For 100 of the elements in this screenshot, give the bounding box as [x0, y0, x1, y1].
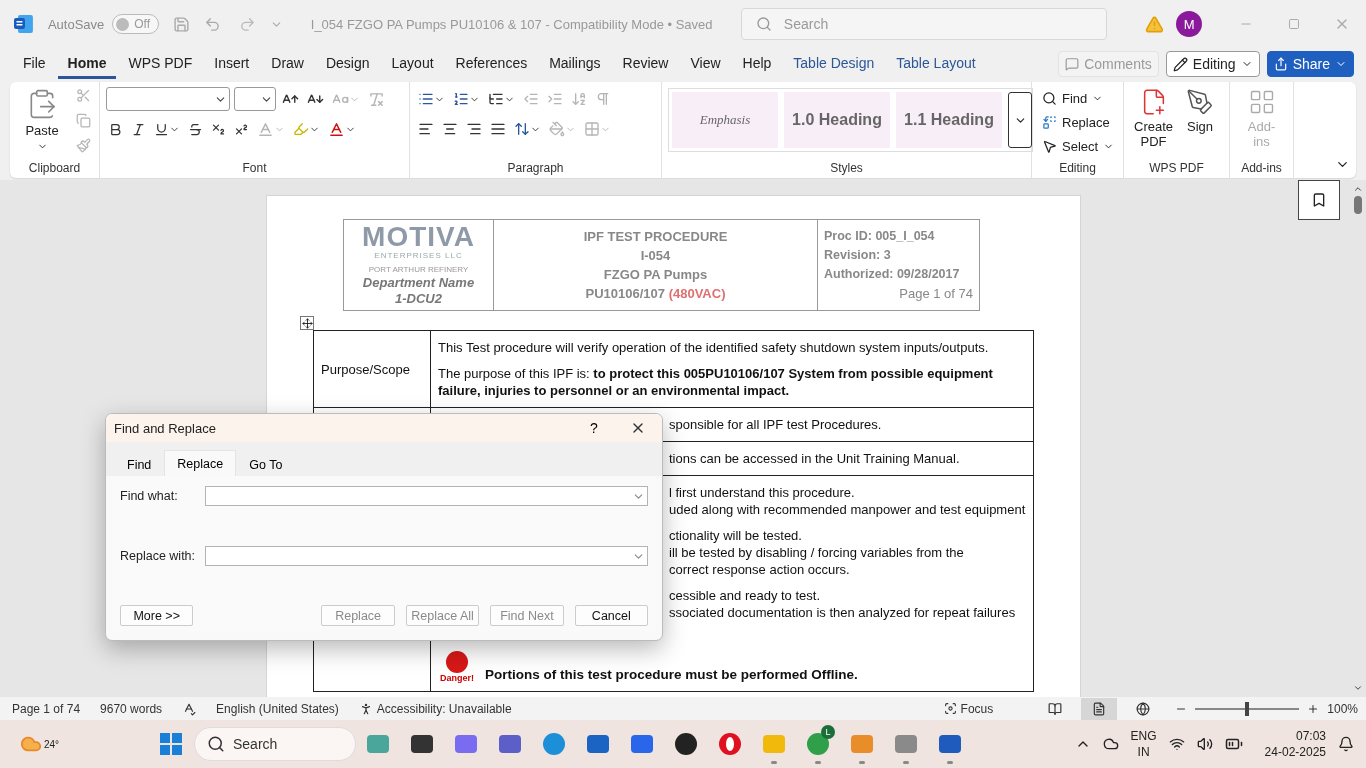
text-effects-icon[interactable] [257, 120, 274, 138]
accessibility-status[interactable]: Accessibility: Unavailable [376, 701, 512, 716]
bookmark-button[interactable] [1298, 180, 1340, 220]
window-icon[interactable] [410, 732, 434, 756]
user-avatar[interactable]: M [1176, 11, 1202, 37]
book-icon [1048, 701, 1063, 716]
procedure-line: PU10106/107 (480VAC) [585, 285, 726, 303]
scroll-down-icon[interactable] [1353, 683, 1363, 693]
input-field[interactable] [205, 546, 648, 566]
ribbon-tab[interactable]: Layout [381, 49, 444, 79]
browser-icon[interactable] [542, 732, 566, 756]
volume-icon[interactable] [1196, 736, 1213, 752]
more-button[interactable]: More >> [120, 605, 194, 626]
shading-icon[interactable] [549, 121, 565, 137]
ribbon-tab[interactable]: Design [315, 49, 380, 79]
ribbon-tab[interactable]: Table Layout [886, 49, 986, 79]
share-button[interactable]: Share [1266, 51, 1354, 77]
temperature[interactable]: 24° [44, 738, 60, 750]
table-move-handle[interactable] [300, 316, 314, 330]
ribbon-tab[interactable]: Table Design [783, 49, 885, 79]
ribbon-tab[interactable]: Home [57, 49, 117, 79]
proofing-icon[interactable] [182, 701, 197, 716]
strikethrough-icon[interactable] [188, 121, 203, 137]
align-left-icon[interactable] [418, 121, 434, 137]
text-line: cessible and ready to test. [669, 587, 821, 604]
font-name-field[interactable] [106, 87, 230, 111]
focus-button[interactable]: Focus [937, 700, 1000, 717]
notification-icon[interactable] [1338, 736, 1354, 752]
style-option[interactable]: Emphasis [672, 92, 778, 148]
browser-icon[interactable] [718, 732, 742, 756]
format-painter-icon[interactable] [76, 138, 91, 153]
maximize-icon[interactable] [1288, 18, 1300, 30]
align-center-icon[interactable] [442, 121, 458, 137]
underline-icon[interactable] [154, 121, 169, 137]
ribbon-tab[interactable]: Insert [204, 49, 260, 79]
style-option[interactable]: 1.1 Heading [896, 92, 1002, 148]
ribbon-tab[interactable]: File [13, 49, 56, 79]
italic-icon[interactable] [131, 121, 146, 137]
ribbon-tab[interactable]: View [680, 49, 731, 79]
bullet-list-icon[interactable] [418, 91, 434, 107]
ribbon-tab[interactable]: Help [732, 49, 782, 79]
ribbon-tab[interactable]: Mailings [539, 49, 611, 79]
save-icon[interactable] [173, 15, 190, 33]
input-language[interactable]: ENG IN [1130, 728, 1157, 760]
font-color-icon[interactable] [328, 120, 345, 138]
start-icon[interactable] [160, 733, 182, 755]
paste-button[interactable]: Paste [16, 86, 68, 154]
font-size-field[interactable] [234, 87, 276, 111]
paragraph: This Test procedure will verify operation of the identified safety shutdown system inputs/outputs. [438, 339, 990, 356]
dialog-tab[interactable]: Find [114, 452, 165, 476]
replace-button[interactable]: Replace [1038, 110, 1114, 134]
scroll-up-icon[interactable] [1353, 184, 1363, 194]
undo-icon[interactable] [204, 15, 221, 33]
warning-icon[interactable] [1145, 14, 1165, 34]
line-spacing-icon[interactable] [514, 121, 530, 137]
decrease-indent-icon[interactable] [523, 91, 539, 107]
zoom-level[interactable]: 100% [1327, 701, 1358, 716]
ribbon-tab[interactable]: Review [612, 49, 679, 79]
input-field[interactable] [205, 486, 648, 506]
clear-formatting-icon[interactable] [368, 90, 385, 108]
increase-indent-icon[interactable] [547, 91, 563, 107]
copy-icon[interactable] [76, 113, 91, 128]
bold-icon[interactable] [108, 121, 123, 137]
ribbon-tab[interactable]: References [445, 49, 538, 79]
taskbar-search[interactable]: Search [194, 727, 356, 761]
language-label[interactable]: English (United States) [216, 701, 339, 716]
pointer-icon [1042, 138, 1057, 154]
editing-mode-button[interactable]: Editing [1165, 51, 1260, 77]
dialog-tab[interactable]: Replace [164, 450, 237, 476]
wifi-icon[interactable] [1168, 736, 1185, 752]
dialog-button[interactable]: Cancel [574, 605, 649, 626]
scroll-thumb[interactable] [1354, 196, 1362, 214]
field-label: Find what: [120, 489, 179, 503]
pilcrow-icon[interactable] [595, 91, 611, 107]
ribbon-tab[interactable]: Draw [261, 49, 314, 79]
find-button[interactable]: Find [1038, 86, 1108, 110]
zoom-in-icon[interactable] [1307, 702, 1320, 715]
word-app-icon[interactable] [14, 14, 34, 34]
multilevel-list-icon[interactable] [488, 91, 504, 107]
select-button[interactable]: Select [1038, 134, 1119, 158]
superscript-icon[interactable] [234, 121, 249, 137]
justify-icon[interactable] [490, 121, 506, 137]
style-option[interactable]: 1.0 Heading [784, 92, 890, 148]
cloud-icon[interactable] [1102, 736, 1119, 752]
ribbon-tab[interactable]: WPS PDF [118, 49, 203, 79]
highlighter-icon[interactable] [293, 121, 309, 137]
subscript-icon[interactable] [211, 121, 226, 137]
clock[interactable]: 07:03 24-02-2025 [1264, 728, 1326, 760]
align-right-icon[interactable] [466, 121, 482, 137]
sign-button[interactable]: Sign [1177, 86, 1223, 136]
cut-icon[interactable] [76, 88, 91, 103]
bookmark-icon[interactable] [1311, 192, 1327, 208]
app-icon[interactable] [674, 732, 698, 756]
help-button[interactable]: ? [574, 419, 614, 437]
dialog-tab[interactable]: Go To [236, 452, 296, 476]
create-pdf-button[interactable]: Create PDF [1130, 86, 1178, 151]
view-button[interactable] [1081, 697, 1118, 720]
sort-icon[interactable] [571, 91, 587, 107]
numbered-list-icon[interactable] [453, 91, 469, 107]
zoom-thumb[interactable] [1245, 701, 1250, 716]
